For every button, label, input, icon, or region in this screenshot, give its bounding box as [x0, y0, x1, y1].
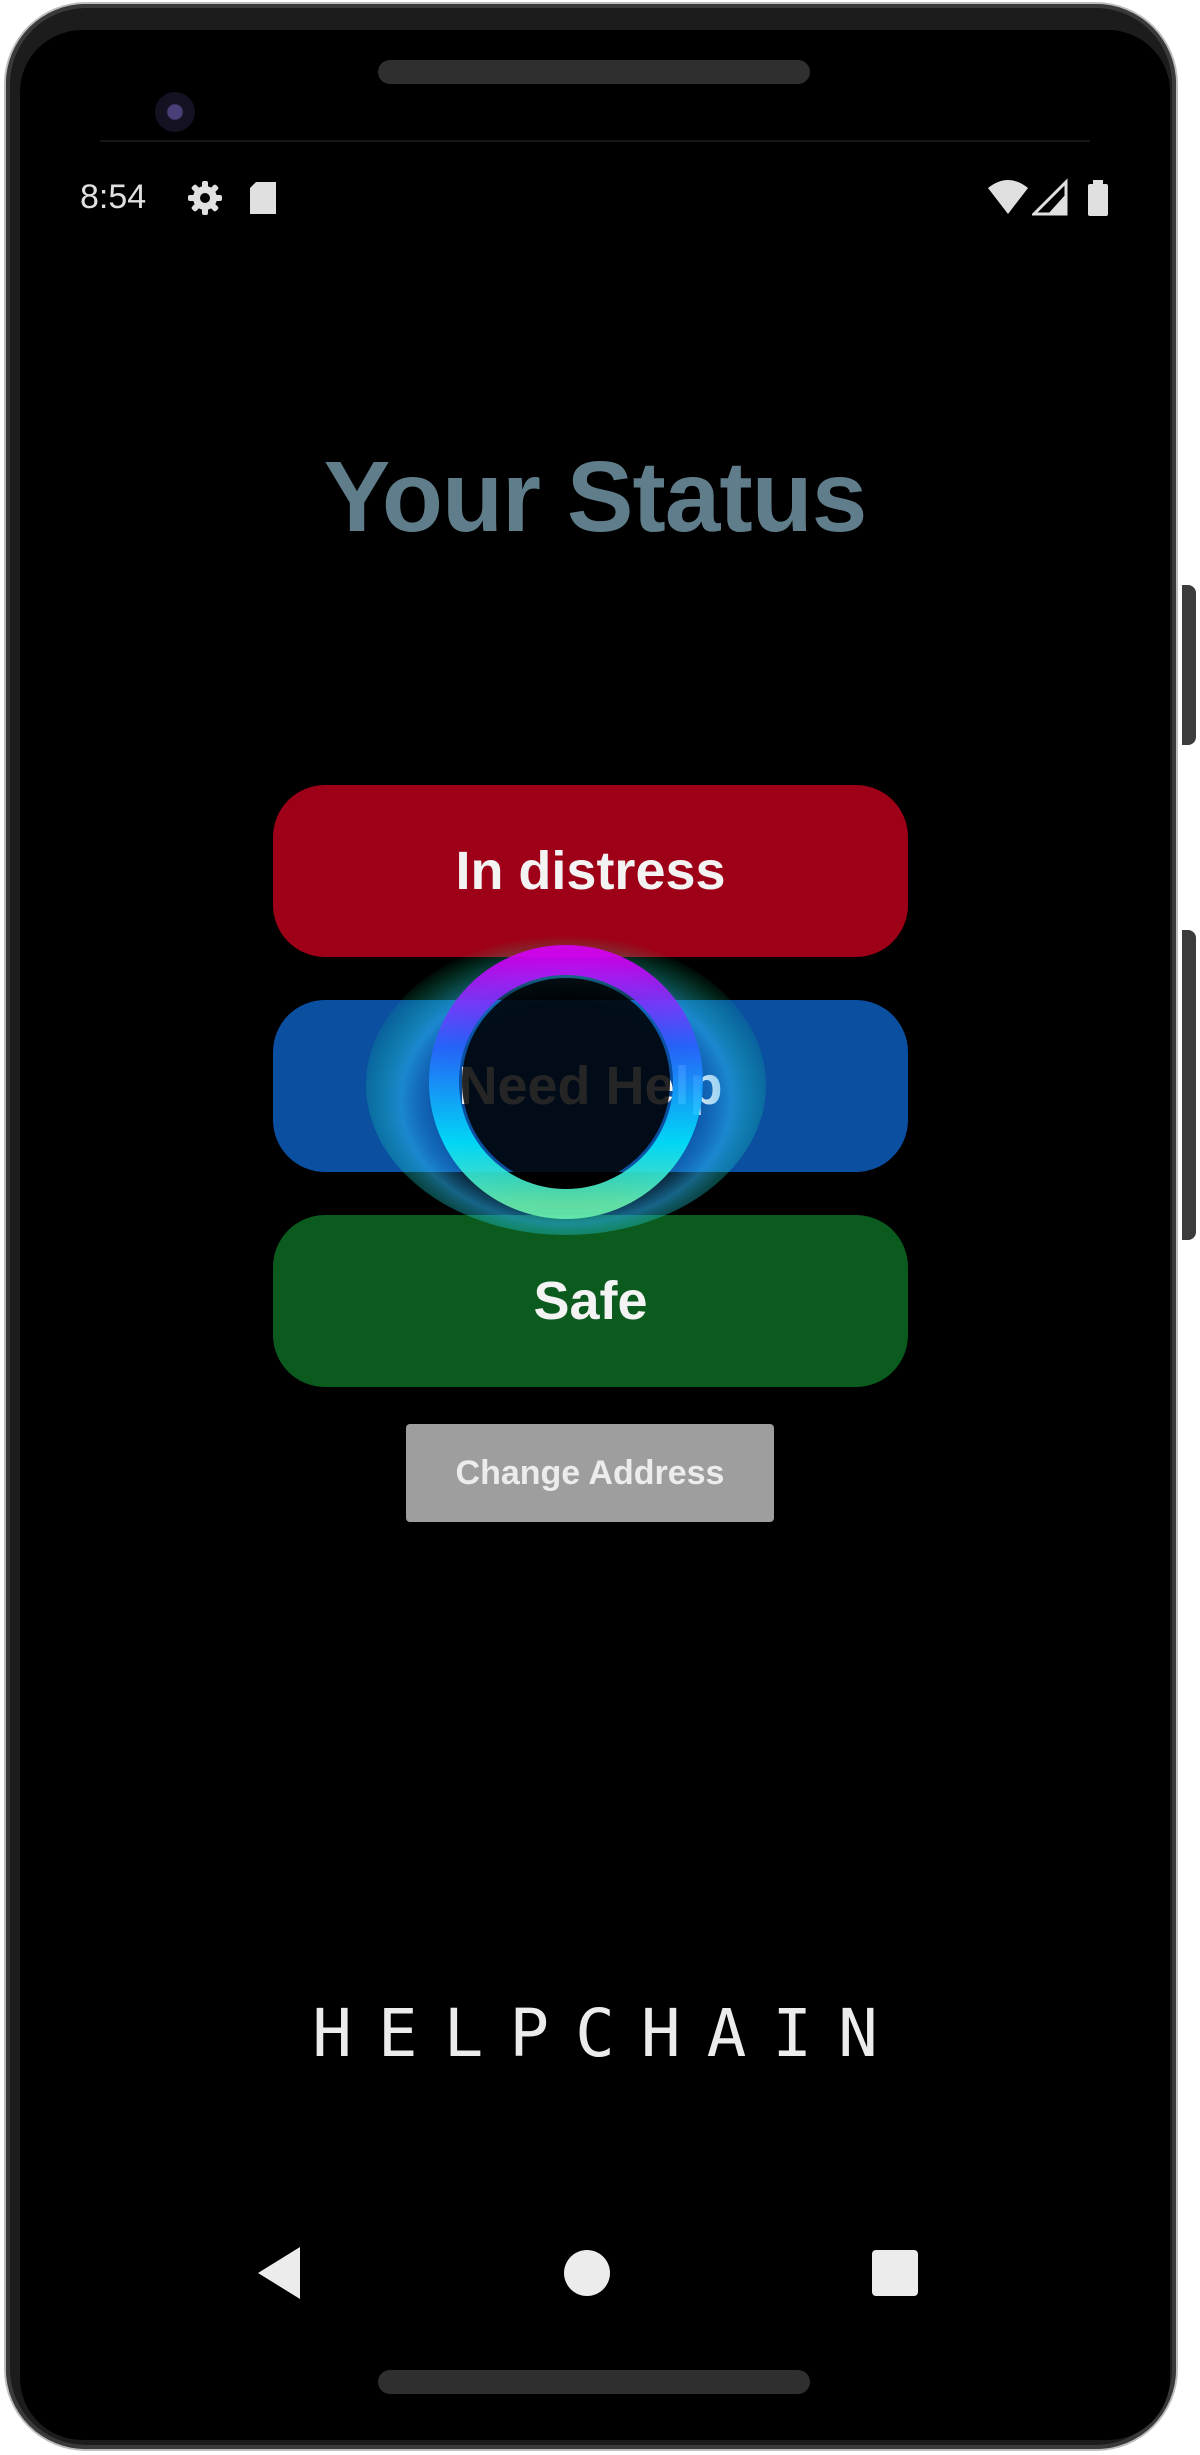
need-help-label: Need Help — [458, 1056, 723, 1116]
in-distress-button[interactable]: In distress — [273, 785, 908, 957]
volume-button — [1182, 585, 1196, 745]
front-camera-icon — [155, 92, 195, 132]
gear-icon — [188, 181, 222, 215]
signal-icon — [1032, 178, 1068, 216]
status-bar: 8:54 — [80, 170, 1110, 230]
in-distress-label: In distress — [455, 841, 726, 901]
sd-card-icon — [250, 182, 276, 214]
navigation-bar — [20, 2230, 1170, 2320]
app-screen: 8:54 Your Status In distress Need Help S… — [20, 30, 1170, 2440]
home-icon[interactable] — [564, 2250, 610, 2296]
safe-label: Safe — [533, 1271, 648, 1331]
recents-icon[interactable] — [872, 2250, 918, 2296]
battery-icon — [1088, 180, 1108, 216]
power-button — [1182, 930, 1196, 1240]
wifi-icon — [988, 180, 1028, 214]
back-icon[interactable] — [256, 2245, 302, 2301]
page-title: Your Status — [323, 441, 868, 553]
safe-button[interactable]: Safe — [273, 1215, 908, 1387]
bottom-speaker — [378, 2370, 810, 2394]
screen-edge — [100, 140, 1090, 142]
need-help-button[interactable]: Need Help — [273, 1000, 908, 1172]
earpiece-speaker — [378, 60, 810, 84]
status-time: 8:54 — [80, 178, 147, 216]
brand-logo-text: HELPCHAIN — [312, 1995, 904, 2072]
change-address-button[interactable]: Change Address — [406, 1424, 774, 1522]
